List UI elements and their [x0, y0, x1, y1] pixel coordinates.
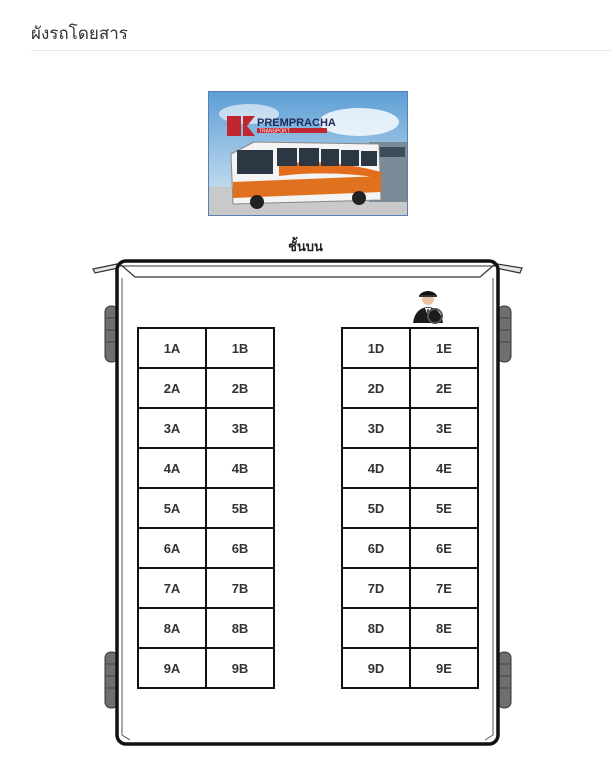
seat-row: 9D 9E: [341, 647, 479, 689]
seat-row: 1D 1E: [341, 327, 479, 369]
seat-7a[interactable]: 7A: [137, 567, 207, 609]
seat-row: 3A 3B: [137, 407, 275, 449]
seat-3a[interactable]: 3A: [137, 407, 207, 449]
seat-row: 7D 7E: [341, 567, 479, 609]
seat-1e[interactable]: 1E: [409, 327, 479, 369]
seat-2d[interactable]: 2D: [341, 367, 411, 409]
seat-row: 8A 8B: [137, 607, 275, 649]
seat-7d[interactable]: 7D: [341, 567, 411, 609]
seat-9b[interactable]: 9B: [205, 647, 275, 689]
seat-7e[interactable]: 7E: [409, 567, 479, 609]
seat-row: 4A 4B: [137, 447, 275, 489]
seat-8b[interactable]: 8B: [205, 607, 275, 649]
seat-8d[interactable]: 8D: [341, 607, 411, 649]
seat-1a[interactable]: 1A: [137, 327, 207, 369]
seat-7b[interactable]: 7B: [205, 567, 275, 609]
seat-row: 7A 7B: [137, 567, 275, 609]
seat-row: 8D 8E: [341, 607, 479, 649]
seat-row: 2A 2B: [137, 367, 275, 409]
seat-3e[interactable]: 3E: [409, 407, 479, 449]
seat-row: 5A 5B: [137, 487, 275, 529]
seat-4e[interactable]: 4E: [409, 447, 479, 489]
bus-outline: [92, 259, 523, 746]
seat-4a[interactable]: 4A: [137, 447, 207, 489]
seat-row: 2D 2E: [341, 367, 479, 409]
seat-3b[interactable]: 3B: [205, 407, 275, 449]
seat-3d[interactable]: 3D: [341, 407, 411, 449]
seat-row: 6A 6B: [137, 527, 275, 569]
wheel-icon: [497, 651, 512, 709]
seat-5a[interactable]: 5A: [137, 487, 207, 529]
seat-block-right: 1D 1E 2D 2E 3D 3E 4D 4E 5D 5E 6D 6E 7D 7E 8D 8E 9D 9E: [341, 327, 479, 689]
seat-6b[interactable]: 6B: [205, 527, 275, 569]
seat-4d[interactable]: 4D: [341, 447, 411, 489]
seat-5b[interactable]: 5B: [205, 487, 275, 529]
seat-row: 3D 3E: [341, 407, 479, 449]
seat-2a[interactable]: 2A: [137, 367, 207, 409]
seat-8a[interactable]: 8A: [137, 607, 207, 649]
seat-9a[interactable]: 9A: [137, 647, 207, 689]
seat-row: 9A 9B: [137, 647, 275, 689]
seat-2b[interactable]: 2B: [205, 367, 275, 409]
seat-2e[interactable]: 2E: [409, 367, 479, 409]
seat-8e[interactable]: 8E: [409, 607, 479, 649]
wheel-icon: [497, 305, 512, 363]
right-side-mirror-icon: [495, 263, 523, 274]
seat-6a[interactable]: 6A: [137, 527, 207, 569]
seat-9d[interactable]: 9D: [341, 647, 411, 689]
seat-5e[interactable]: 5E: [409, 487, 479, 529]
driver-icon: [409, 286, 447, 324]
seat-row: 5D 5E: [341, 487, 479, 529]
seat-row: 1A 1B: [137, 327, 275, 369]
seat-1b[interactable]: 1B: [205, 327, 275, 369]
seat-block-left: 1A 1B 2A 2B 3A 3B 4A 4B 5A 5B 6A 6B 7A 7B 8A 8B 9A 9B: [137, 327, 275, 689]
seat-1d[interactable]: 1D: [341, 327, 411, 369]
seat-row: 4D 4E: [341, 447, 479, 489]
seat-row: 6D 6E: [341, 527, 479, 569]
left-side-mirror-icon: [92, 263, 119, 274]
seat-9e[interactable]: 9E: [409, 647, 479, 689]
seat-4b[interactable]: 4B: [205, 447, 275, 489]
seat-5d[interactable]: 5D: [341, 487, 411, 529]
seat-6e[interactable]: 6E: [409, 527, 479, 569]
seat-6d[interactable]: 6D: [341, 527, 411, 569]
